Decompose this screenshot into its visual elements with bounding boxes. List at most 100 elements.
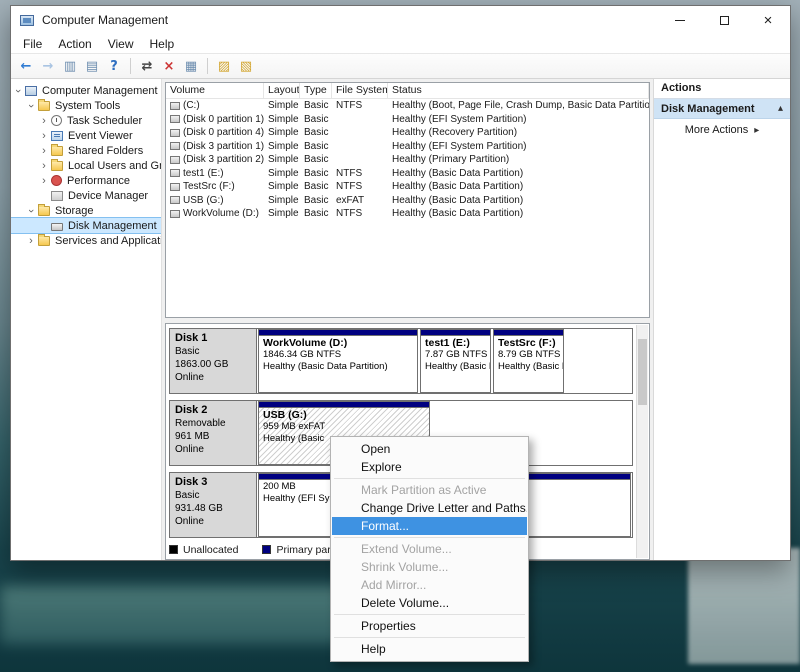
volume-list: VolumeLayoutTypeFile SystemStatus (C:)Si…	[165, 82, 650, 318]
menu-item-shrink-volume: Shrink Volume...	[332, 558, 527, 576]
title-bar[interactable]: Computer Management ×	[11, 6, 790, 34]
minimize-button[interactable]	[658, 6, 702, 34]
folder-icon	[38, 101, 50, 111]
volume-row-c[interactable]: (C:)SimpleBasicNTFSHealthy (Boot, Page F…	[166, 99, 649, 113]
actions-header: Actions	[654, 79, 790, 99]
volume-row-usb-g[interactable]: USB (G:)SimpleBasicexFATHealthy (Basic D…	[166, 194, 649, 208]
column-header-layout[interactable]: Layout	[264, 83, 300, 98]
expander-icon[interactable]: ›	[39, 116, 49, 126]
close-button[interactable]: ×	[746, 6, 790, 34]
volume-name: TestSrc (F:)	[166, 180, 264, 194]
menu-item-format[interactable]: Format...	[332, 517, 527, 535]
collapse-icon[interactable]: ▴	[778, 103, 783, 114]
tree-item-event-viewer[interactable]: ›Event Viewer	[11, 128, 140, 143]
disk-label-disk-2[interactable]: Disk 2Removable961 MBOnline	[170, 401, 257, 465]
expander-icon[interactable]: ›	[26, 236, 36, 246]
disk-label-disk-3[interactable]: Disk 3Basic931.48 GBOnline	[170, 473, 257, 537]
volume-cell: NTFS	[332, 180, 388, 194]
menu-item-open[interactable]: Open	[332, 440, 527, 458]
expander-icon[interactable]: ›	[26, 101, 36, 111]
expander-icon[interactable]: ›	[39, 146, 49, 156]
tree-item-storage[interactable]: › Storage	[11, 203, 101, 218]
clock-icon	[51, 115, 62, 126]
expander-icon[interactable]: ›	[39, 131, 49, 141]
tree-item-local-users-and-groups[interactable]: ›Local Users and Groups	[11, 158, 161, 173]
console-tree: › Computer Management (Local›System Tools…	[11, 79, 161, 560]
menu-separator	[334, 478, 525, 479]
show-console-tree-icon[interactable]: ▥	[60, 56, 80, 76]
forward-icon[interactable]: →	[38, 56, 58, 76]
tree-item-task-scheduler[interactable]: ›Task Scheduler	[11, 113, 149, 128]
partition-size: 959 MB exFAT	[259, 421, 429, 433]
help-topics-icon[interactable]: ▧	[236, 56, 256, 76]
disk-info: 961 MB	[175, 430, 251, 443]
menu-file[interactable]: File	[15, 35, 50, 53]
expander-icon[interactable]: ›	[26, 206, 36, 216]
volume-icon	[170, 142, 180, 150]
volume-cell: Simple	[264, 153, 300, 167]
volume-cell: Simple	[264, 113, 300, 127]
disk-label-disk-1[interactable]: Disk 1Basic1863.00 GBOnline	[170, 329, 257, 393]
volume-row-disk-3-partition-1[interactable]: (Disk 3 partition 1)SimpleBasicHealthy (…	[166, 140, 649, 154]
export-list-icon[interactable]: ▤	[82, 56, 102, 76]
empty-space	[566, 329, 631, 393]
expander-icon[interactable]: ›	[39, 176, 49, 186]
volume-row-disk-0-partition-4[interactable]: (Disk 0 partition 4)SimpleBasicHealthy (…	[166, 126, 649, 140]
tree-item-performance[interactable]: › Performance	[11, 173, 137, 188]
column-header-status[interactable]: Status	[388, 83, 649, 98]
menu-item-delete-volume[interactable]: Delete Volume...	[332, 594, 527, 612]
tree-item-computer-management-local[interactable]: › Computer Management (Local	[11, 83, 161, 98]
folder-icon	[38, 206, 50, 216]
volume-cell: Healthy (EFI System Partition)	[388, 140, 649, 154]
menu-item-explore[interactable]: Explore	[332, 458, 527, 476]
volume-row-workvolume-d[interactable]: WorkVolume (D:)SimpleBasicNTFSHealthy (B…	[166, 207, 649, 221]
maximize-button[interactable]	[702, 6, 746, 34]
column-header-volume[interactable]: Volume	[166, 83, 264, 98]
menu-item-properties[interactable]: Properties	[332, 617, 527, 635]
volume-cell: Basic	[300, 126, 332, 140]
properties-icon[interactable]: ▦	[181, 56, 201, 76]
volume-list-header: VolumeLayoutTypeFile SystemStatus	[166, 83, 649, 99]
tree-item-label: Storage	[53, 205, 96, 217]
volume-cell: Simple	[264, 207, 300, 221]
menu-item-help[interactable]: Help	[332, 640, 527, 658]
volume-row-testsrc-f[interactable]: TestSrc (F:)SimpleBasicNTFSHealthy (Basi…	[166, 180, 649, 194]
more-actions[interactable]: More Actions ▸	[654, 119, 790, 141]
column-header-type[interactable]: Type	[300, 83, 332, 98]
expander-icon[interactable]: ›	[39, 161, 49, 171]
app-icon	[20, 15, 34, 26]
partition-testsrc-f[interactable]: TestSrc (F:)8.79 GB NTFSHealthy (Basic D…	[493, 329, 564, 393]
help-icon[interactable]: ?	[104, 56, 124, 76]
actions-disk-management[interactable]: Disk Management ▴	[654, 99, 790, 119]
back-icon[interactable]: ←	[16, 56, 36, 76]
volume-cell: Basic	[300, 99, 332, 113]
menu-item-change-drive-letter-and-paths[interactable]: Change Drive Letter and Paths...	[332, 499, 527, 517]
tree-item-services-and-applications[interactable]: ›Services and Applications	[11, 233, 161, 248]
menu-view[interactable]: View	[100, 35, 142, 53]
disk-info: Basic	[175, 345, 251, 358]
tree-item-label: Performance	[65, 175, 132, 187]
tree-item-shared-folders[interactable]: ›Shared Folders	[11, 143, 150, 158]
refresh-icon[interactable]: ⇄	[137, 56, 157, 76]
volume-name: (Disk 3 partition 2)	[166, 153, 264, 167]
menu-action[interactable]: Action	[50, 35, 99, 53]
volume-cell	[332, 113, 388, 127]
partition-test1-e[interactable]: test1 (E:)7.87 GB NTFSHealthy (Basic Dat…	[420, 329, 491, 393]
graph-scrollbar[interactable]	[636, 325, 648, 558]
more-actions-label: More Actions	[685, 124, 749, 136]
tree-item-disk-management[interactable]: Disk Management	[11, 218, 161, 233]
open-folder-icon[interactable]: ▨	[214, 56, 234, 76]
volume-row-test1-e[interactable]: test1 (E:)SimpleBasicNTFSHealthy (Basic …	[166, 167, 649, 181]
graph-scrollbar-thumb[interactable]	[638, 339, 647, 405]
volume-row-disk-3-partition-2[interactable]: (Disk 3 partition 2)SimpleBasicHealthy (…	[166, 153, 649, 167]
delete-icon[interactable]: ×	[159, 56, 179, 76]
tree-item-system-tools[interactable]: ›System Tools	[11, 98, 127, 113]
expander-icon[interactable]: ›	[13, 86, 23, 96]
tree-item-label: Computer Management (Local	[40, 85, 161, 97]
volume-name: test1 (E:)	[166, 167, 264, 181]
volume-row-disk-0-partition-1[interactable]: (Disk 0 partition 1)SimpleBasicHealthy (…	[166, 113, 649, 127]
menu-help[interactable]: Help	[142, 35, 183, 53]
partition-workvolume-d[interactable]: WorkVolume (D:)1846.34 GB NTFSHealthy (B…	[258, 329, 418, 393]
tree-item-device-manager[interactable]: Device Manager	[11, 188, 155, 203]
column-header-file-system[interactable]: File System	[332, 83, 388, 98]
